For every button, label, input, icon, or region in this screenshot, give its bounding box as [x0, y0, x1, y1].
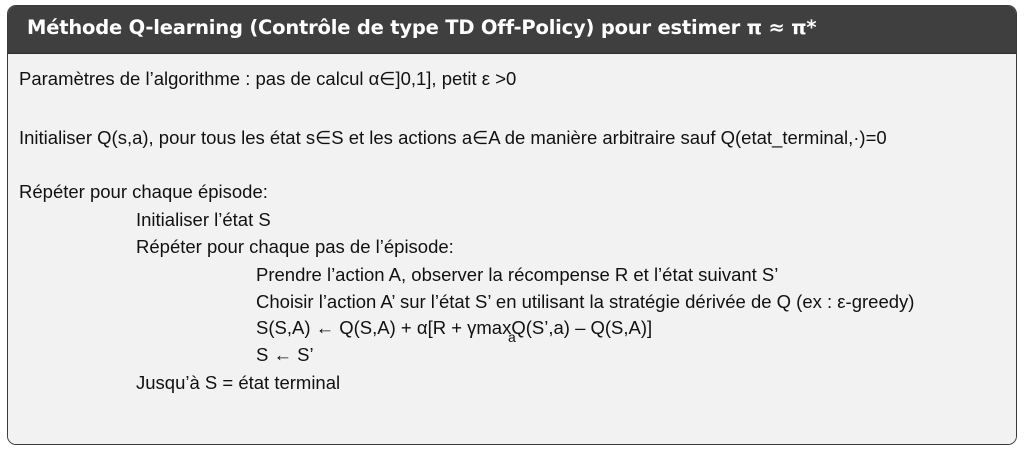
init-q-line: Initialiser Q(s,a), pour tous les état s…: [19, 127, 887, 148]
until-line: Jusqu’à S = état terminal: [136, 372, 341, 393]
repeat-episode-line: Répéter pour chaque épisode:: [19, 181, 268, 202]
choose-action-line: Choisir l’action A’ sur l’état S’ en uti…: [256, 291, 915, 312]
title-bar: Méthode Q-learning (Contrôle de type TD …: [8, 6, 1016, 54]
algorithm-title: Méthode Q-learning (Contrôle de type TD …: [27, 16, 817, 39]
take-action-line: Prendre l’action A, observer la récompen…: [256, 264, 779, 285]
params-line: Paramètres de l’algorithme : pas de calc…: [19, 68, 517, 89]
assign-state-line: S ← S’: [256, 344, 314, 365]
repeat-step-line: Répéter pour chaque pas de l’épisode:: [136, 236, 454, 257]
max-subscript: a: [508, 329, 516, 345]
update-rule-line: S(S,A) ← Q(S,A) + α[R + γmaxQ(S’,a) – Q(…: [256, 317, 653, 338]
init-state-line: Initialiser l’état S: [136, 209, 271, 230]
algorithm-body: Paramètres de l’algorithme : pas de calc…: [8, 54, 1016, 444]
algorithm-box: Méthode Q-learning (Contrôle de type TD …: [7, 5, 1017, 445]
